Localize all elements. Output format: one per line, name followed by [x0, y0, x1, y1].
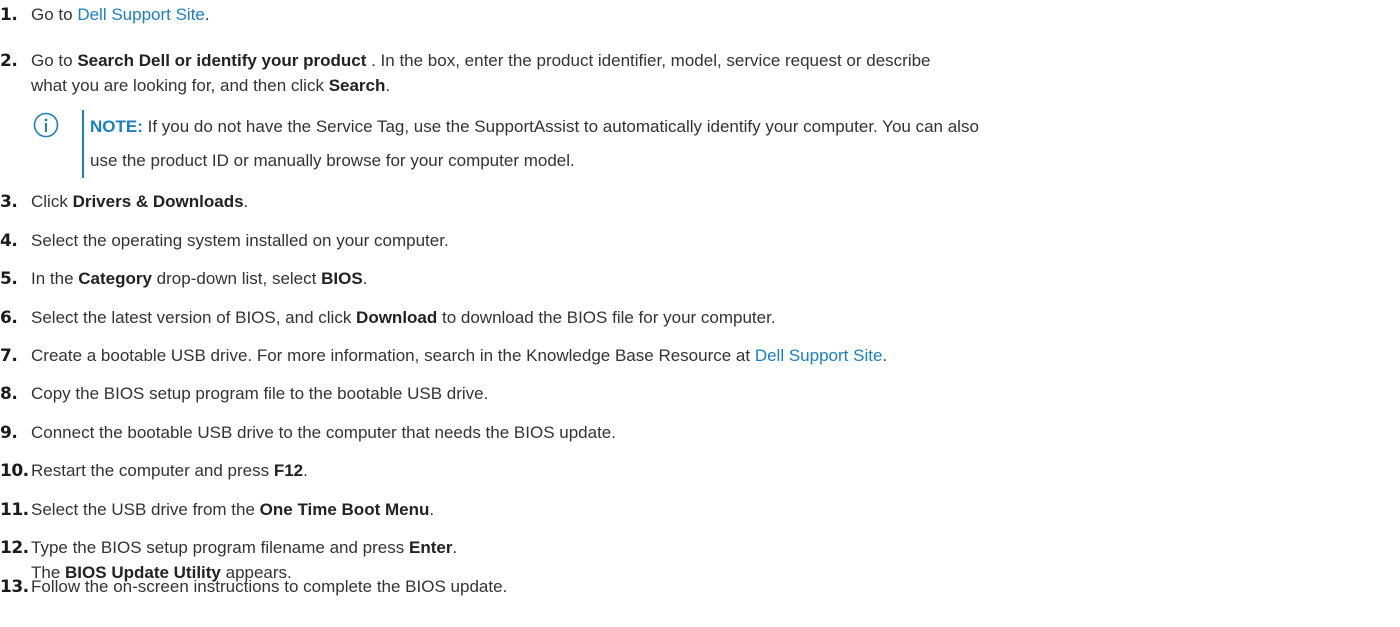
- step-content: Go to Search Dell or identify your produ…: [31, 51, 931, 70]
- step-text: .: [429, 500, 435, 519]
- dell-support-link[interactable]: Dell Support Site: [77, 5, 205, 24]
- note-label: NOTE:: [90, 117, 143, 136]
- step-content: Type the BIOS setup program filename and…: [31, 538, 457, 557]
- step-number: 13.: [0, 577, 29, 597]
- note-divider: [82, 110, 84, 178]
- procedure-page: 1. Go to Dell Support Site. 2. Go to Search…: [0, 0, 1400, 627]
- step-item: 1. Go to Dell Support Site.: [0, 2, 1390, 28]
- step-text: Go to: [31, 5, 78, 24]
- step-number: 8.: [0, 384, 18, 404]
- bold-term: Search: [328, 76, 386, 95]
- dell-support-link[interactable]: Dell Support Site: [755, 346, 883, 365]
- step-number: 12.: [0, 538, 29, 558]
- info-icon: [33, 112, 59, 138]
- step-item: 4. Select the operating system installed …: [0, 228, 1390, 254]
- step-content: Follow the on-screen instructions to com…: [31, 577, 507, 596]
- step-content: Select the latest version of BIOS, and c…: [31, 308, 776, 327]
- step-text: . In the box, enter the product identifi…: [366, 51, 931, 70]
- step-item: 11. Select the USB drive from the One Tim…: [0, 497, 1390, 523]
- bold-term: Enter: [408, 538, 453, 557]
- step-number: 11.: [0, 500, 29, 520]
- step-continuation: what you are looking for, and then click…: [31, 73, 390, 99]
- step-number: 5.: [0, 269, 18, 289]
- step-text: Copy the BIOS setup program file to the …: [31, 384, 489, 403]
- step-text: Create a bootable USB drive. For more in…: [31, 346, 755, 365]
- step-text: .: [204, 5, 210, 24]
- step-number: 7.: [0, 346, 18, 366]
- step-text: Select the latest version of BIOS, and c…: [31, 308, 357, 327]
- step-number: 10.: [0, 461, 29, 481]
- step-text: Select the USB drive from the: [31, 500, 260, 519]
- note-callout: NOTE: If you do not have the Service Tag…: [33, 110, 1393, 178]
- step-text: .: [452, 538, 458, 557]
- step-content: Connect the bootable USB drive to the co…: [31, 423, 616, 442]
- step-text: .: [385, 76, 391, 95]
- step-number: 1.: [0, 5, 18, 25]
- step-number: 2.: [0, 51, 18, 71]
- step-item: 6. Select the latest version of BIOS, and…: [0, 305, 1390, 331]
- step-item: 3. Click Drivers & Downloads.: [0, 189, 1390, 215]
- step-text: Go to: [31, 51, 78, 70]
- step-text: .: [303, 461, 308, 480]
- step-text: Restart the computer and press: [31, 461, 274, 480]
- step-content: Create a bootable USB drive. For more in…: [31, 346, 887, 365]
- step-content: Copy the BIOS setup program file to the …: [31, 384, 488, 403]
- note-text: NOTE: If you do not have the Service Tag…: [90, 110, 1390, 178]
- bold-term: Drivers & Downloads: [72, 192, 244, 211]
- note-line-2: use the product ID or manually browse fo…: [90, 151, 575, 170]
- step-item: 8. Copy the BIOS setup program file to th…: [0, 381, 1390, 407]
- step-text: .: [362, 269, 368, 288]
- step-content: Restart the computer and press F12.: [31, 461, 308, 480]
- step-text: Connect the bootable USB drive to the co…: [31, 423, 616, 442]
- step-item: 2. Go to Search Dell or identify your pro…: [0, 48, 1390, 74]
- step-content: Select the operating system installed on…: [31, 231, 449, 250]
- step-content: Select the USB drive from the One Time B…: [31, 500, 434, 519]
- step-content: Click Drivers & Downloads.: [31, 192, 248, 211]
- step-text: drop-down list, select: [151, 269, 322, 288]
- step-item: 5. In the Category drop-down list, select…: [0, 266, 1390, 292]
- step-text: to download the BIOS file for your compu…: [437, 308, 776, 327]
- step-text: Select the operating system installed on…: [31, 231, 449, 250]
- step-text: .: [882, 346, 888, 365]
- bold-term: Category: [78, 269, 152, 288]
- step-item: 13. Follow the on-screen instructions to …: [0, 574, 1390, 600]
- step-number: 6.: [0, 308, 18, 328]
- bold-term: BIOS: [321, 269, 363, 288]
- note-line-1: If you do not have the Service Tag, use …: [142, 117, 979, 136]
- bold-term: One Time Boot Menu: [259, 500, 430, 519]
- step-item: 9. Connect the bootable USB drive to the …: [0, 420, 1390, 446]
- step-item: 7. Create a bootable USB drive. For more …: [0, 343, 1390, 369]
- step-text: Type the BIOS setup program filename and…: [31, 538, 409, 557]
- step-number: 3.: [0, 192, 18, 212]
- step-text: In the: [31, 269, 79, 288]
- step-text: Follow the on-screen instructions to com…: [31, 577, 508, 596]
- bold-term: Search Dell or identify your product: [77, 51, 367, 70]
- bold-term: F12: [273, 461, 304, 480]
- step-content: Go to Dell Support Site.: [31, 5, 210, 24]
- step-text: what you are looking for, and then click: [31, 76, 329, 95]
- step-number: 9.: [0, 423, 18, 443]
- step-number: 4.: [0, 231, 18, 251]
- bold-term: Download: [356, 308, 438, 327]
- step-item: 10. Restart the computer and press F12.: [0, 458, 1390, 484]
- step-item: 12. Type the BIOS setup program filename …: [0, 535, 1390, 561]
- step-text: .: [243, 192, 249, 211]
- step-content: In the Category drop-down list, select B…: [31, 269, 367, 288]
- step-text: Click: [31, 192, 73, 211]
